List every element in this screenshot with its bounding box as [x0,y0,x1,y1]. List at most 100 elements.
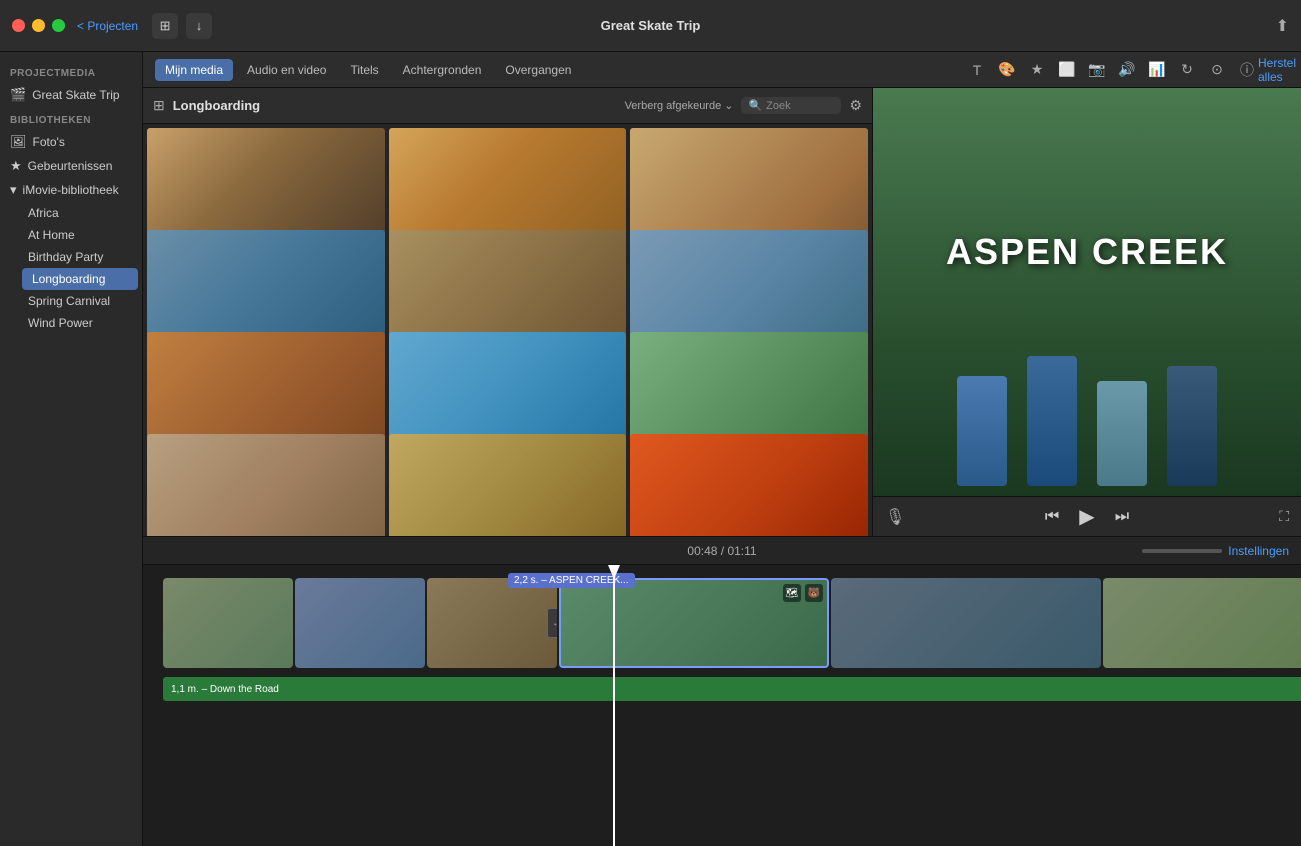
figure-2 [1027,356,1077,486]
sidebar-item-project[interactable]: 🎬 Great Skate Trip [0,83,142,107]
grid-icon[interactable]: ⊞ [153,97,165,114]
timeline-tracks: 2,2 s. – ASPEN CREEK... ↔ [143,565,1301,846]
search-box[interactable]: 🔍 Zoek [741,97,841,114]
speed-tool-icon[interactable]: ↻ [1175,58,1199,82]
birthday-label: Birthday Party [28,250,103,264]
media-title: Longboarding [173,98,260,113]
photos-label: Foto's [33,135,65,149]
preview-controls: 🎙 ⏮ ▶ ⏭ ⛶ [873,496,1301,536]
events-label: Gebeurtenissen [28,159,113,173]
tab-titels[interactable]: Titels [340,59,388,81]
color-tool-icon[interactable]: 🎨 [995,58,1019,82]
preview-bg: ASPEN CREEK [873,88,1301,496]
clip-3[interactable]: ↔ [427,578,557,668]
clip-5[interactable] [831,578,1101,668]
wind-label: Wind Power [28,316,93,330]
project-name: Great Skate Trip [32,88,119,102]
search-icon: 🔍 [748,99,762,112]
spring-label: Spring Carnival [28,294,110,308]
mic-icon[interactable]: 🎙 [885,507,905,527]
search-placeholder: Zoek [766,100,790,112]
filter-dropdown[interactable]: Verberg afgekeurde ⌄ [625,99,734,112]
titlebar: < Projecten ⊞ ↓ Great Skate Trip ⬆ [0,0,1301,52]
film-icon: 🎬 [10,87,26,103]
tab-achtergronden[interactable]: Achtergronden [393,59,492,81]
herstel-button[interactable]: Herstel alles [1265,58,1289,82]
timeline-content[interactable]: 2,2 s. – ASPEN CREEK... ↔ [143,565,1301,846]
sidebar-item-longboarding[interactable]: Longboarding [22,268,138,290]
info-icon[interactable]: ⓘ [1235,58,1259,82]
sidebar-sub: Africa At Home Birthday Party Longboardi… [0,202,142,334]
africa-label: Africa [28,206,59,220]
media-thumb-11[interactable] [389,434,627,536]
chart-tool-icon[interactable]: 📊 [1145,58,1169,82]
clip-icons: 🗺 🐻 [783,584,823,602]
skip-back-button[interactable]: ⏮ [1045,508,1059,526]
tab-mijn-media[interactable]: Mijn media [155,59,233,81]
preview-title: ASPEN CREEK [946,231,1228,273]
track-clips: ↔ 🗺 🐻 [143,573,1301,673]
video-track: ↔ 🗺 🐻 [143,573,1301,673]
preview-video: ASPEN CREEK [873,88,1301,496]
clip-2[interactable] [295,578,425,668]
minimize-button[interactable] [32,19,45,32]
sidebar-item-events[interactable]: ★ Gebeurtenissen [0,154,142,178]
clip-1[interactable] [163,578,293,668]
close-button[interactable] [12,19,25,32]
media-panel: ⊞ Longboarding Verberg afgekeurde ⌄ 🔍 Zo… [143,88,873,536]
timeline-settings: Instellingen [1142,544,1289,558]
lib-section-label: BIBLIOTHEKEN [0,107,142,130]
titlebar-icons: ⊞ ↓ [152,13,212,39]
media-thumb-12[interactable] [630,434,868,536]
play-button[interactable]: ▶ [1079,504,1094,529]
sidebar-item-wind-power[interactable]: Wind Power [18,312,142,334]
timecode: 00:48 / 01:11 [687,544,756,558]
media-grid: 11,5 s. [143,124,872,536]
tab-audio-video[interactable]: Audio en video [237,59,336,81]
back-button[interactable]: < Projecten [77,19,138,33]
imovie-lib-label: iMovie-bibliotheek [23,183,119,197]
figure-1 [957,376,1007,486]
clip-main[interactable]: 🗺 🐻 [559,578,829,668]
camera-tool-icon[interactable]: 📷 [1085,58,1109,82]
fullscreen-icon[interactable]: ⛶ [1279,508,1289,525]
volume-tool-icon[interactable]: 🔊 [1115,58,1139,82]
sidebar-item-birthday-party[interactable]: Birthday Party [18,246,142,268]
sidebar-item-imovie-lib[interactable]: ▾ iMovie-bibliotheek [0,178,142,202]
sidebar-item-photos[interactable]: 🖼 Foto's [0,130,142,154]
tab-overgangen[interactable]: Overgangen [495,59,581,81]
import-icon[interactable]: ↓ [186,13,212,39]
timeline-header: 00:48 / 01:11 Instellingen [143,537,1301,565]
project-section-label: PROJECTMEDIA [0,60,142,83]
toolbar: Mijn media Audio en video Titels Achterg… [143,52,1301,88]
sidebar-item-spring-carnival[interactable]: Spring Carnival [18,290,142,312]
timeline-zoom-slider[interactable] [1142,549,1222,553]
sidebar-item-at-home[interactable]: At Home [18,224,142,246]
events-icon: ★ [10,158,22,174]
sidebar-item-africa[interactable]: Africa [18,202,142,224]
figure-4 [1167,366,1217,486]
window-controls [12,19,65,32]
settings-icon[interactable]: ⚙ [849,97,862,114]
text-tool-icon[interactable]: T [965,58,989,82]
share-icon[interactable]: ⬆ [1276,16,1289,36]
right-panel: Mijn media Audio en video Titels Achterg… [143,52,1301,846]
timeline-area: 00:48 / 01:11 Instellingen 2,2 s. – ASPE… [143,536,1301,846]
media-thumb-10[interactable] [147,434,385,536]
settings-label[interactable]: Instellingen [1228,544,1289,558]
expand-icon: ▾ [10,182,17,198]
stabilize-icon[interactable]: ⊙ [1205,58,1229,82]
longboarding-label: Longboarding [32,272,105,286]
figure-3 [1097,381,1147,486]
sidebar: PROJECTMEDIA 🎬 Great Skate Trip BIBLIOTH… [0,52,143,846]
audio-track[interactable]: 1,1 m. – Down the Road [163,677,1301,701]
layout-icon[interactable]: ⊞ [152,13,178,39]
clip-6[interactable] [1103,578,1301,668]
clip-icon-bear: 🐻 [805,584,823,602]
media-header: ⊞ Longboarding Verberg afgekeurde ⌄ 🔍 Zo… [143,88,872,124]
maximize-button[interactable] [52,19,65,32]
crop-tool-icon[interactable]: ⬜ [1055,58,1079,82]
skip-forward-button[interactable]: ⏭ [1115,508,1129,526]
filter-tool-icon[interactable]: ★ [1025,58,1049,82]
preview-panel: ASPEN CREEK 🎙 ⏮ ▶ ⏭ ⛶ [873,88,1301,536]
